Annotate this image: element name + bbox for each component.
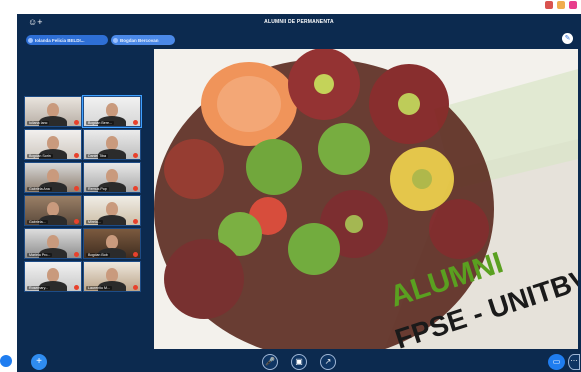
meeting-window: ☺+ ALUMNII DE PERMANENTA Iolanda Felicia…	[17, 14, 581, 372]
muted-mic-icon	[74, 285, 79, 290]
participant-pill-speaker[interactable]: Bogdan Bercovan	[111, 35, 175, 45]
muted-mic-icon	[133, 252, 138, 257]
participant-face	[106, 169, 118, 183]
participant-face	[47, 235, 59, 249]
muted-mic-icon	[74, 186, 79, 191]
muted-mic-icon	[133, 186, 138, 191]
pdf-icon[interactable]	[545, 1, 553, 9]
participant-tile[interactable]: Laurentiu M...	[83, 261, 141, 292]
participant-tile[interactable]: Mirela...	[83, 195, 141, 226]
camera-button[interactable]: ▣	[291, 354, 307, 370]
participant-name: Gabriela Ana	[27, 187, 52, 191]
muted-mic-icon	[74, 252, 79, 257]
participant-name: Daniel Tiba	[86, 154, 108, 158]
participant-tile[interactable]: Bogdan Sorin	[24, 129, 82, 160]
participant-face	[106, 268, 118, 282]
participant-tile[interactable]: Remus Pop	[83, 162, 141, 193]
flower-bouquet-photo: ALUMNI FPSE - UNITBV	[154, 49, 578, 350]
shared-screen: ALUMNI FPSE - UNITBV	[154, 49, 578, 350]
participant-name: Remus Pop	[86, 187, 109, 191]
browser-icons	[545, 1, 577, 9]
participant-name: Gabriela...	[27, 220, 48, 224]
participant-face	[47, 268, 59, 282]
participant-tile[interactable]: Gabriela...	[24, 195, 82, 226]
edit-icon[interactable]: ✎	[562, 33, 573, 44]
meeting-title: ALUMNII DE PERMANENTA	[264, 19, 334, 25]
participant-face	[47, 202, 59, 216]
muted-mic-icon	[133, 219, 138, 224]
muted-mic-icon	[133, 120, 138, 125]
add-icon[interactable]: +	[31, 354, 47, 370]
participant-name: Mirela...	[86, 220, 103, 224]
participant-face	[106, 103, 118, 117]
participant-tile[interactable]: Mariela Pro...	[24, 228, 82, 259]
meeting-controls: + 🎤 ▣ ↗ ▭ ⋯	[17, 349, 581, 372]
mic-icon	[28, 37, 33, 43]
participant-tile[interactable]: Bogdan Bere...	[82, 95, 142, 128]
share-screen-button[interactable]: ↗	[320, 354, 336, 370]
muted-mic-icon	[133, 285, 138, 290]
participant-name: Bogdan Sorin	[27, 154, 53, 158]
more-options-button[interactable]: ⋯	[568, 354, 580, 370]
participant-tile[interactable]: Rosemary...	[24, 261, 82, 292]
muted-mic-icon	[133, 153, 138, 158]
muted-mic-icon	[74, 219, 79, 224]
participant-face	[106, 202, 118, 216]
participant-face	[47, 136, 59, 150]
participant-name: Bogdan Bere...	[86, 121, 114, 125]
profile-icon[interactable]	[569, 1, 577, 9]
chat-button[interactable]: ▭	[548, 354, 565, 370]
mic-button[interactable]: 🎤	[262, 354, 278, 370]
participant-pill-presenter[interactable]: Iolanda Felicia BELDI...	[26, 35, 108, 45]
participant-face	[106, 136, 118, 150]
participant-name: Rosemary...	[27, 286, 51, 290]
participant-grid: Iuliana Ianc Bogdan Bere... Bogdan Sorin…	[24, 95, 142, 292]
participant-pill-label: Bogdan Bercovan	[120, 37, 159, 43]
muted-mic-icon	[74, 120, 79, 125]
participant-tile[interactable]: Daniel Tiba	[83, 129, 141, 160]
participant-name: Mariela Pro...	[27, 253, 53, 257]
participant-tile[interactable]: Iuliana Ianc	[24, 96, 82, 127]
participant-face	[47, 169, 59, 183]
participant-name: Iuliana Ianc	[27, 121, 50, 125]
title-bar: ☺+ ALUMNII DE PERMANENTA	[17, 14, 581, 32]
extension-icon[interactable]	[557, 1, 565, 9]
participant-face	[47, 103, 59, 117]
mic-icon	[113, 37, 118, 43]
sidebar-toggle-icon[interactable]	[0, 355, 12, 367]
participant-name: Laurentiu M...	[86, 286, 112, 290]
muted-mic-icon	[74, 153, 79, 158]
browser-top-strip	[0, 0, 581, 14]
participant-tile[interactable]: Bogdan Bob	[83, 228, 141, 259]
participant-name: Bogdan Bob	[86, 253, 110, 257]
participant-face	[106, 235, 118, 249]
participant-pill-label: Iolanda Felicia BELDI...	[35, 37, 85, 43]
participant-tile[interactable]: Gabriela Ana	[24, 162, 82, 193]
